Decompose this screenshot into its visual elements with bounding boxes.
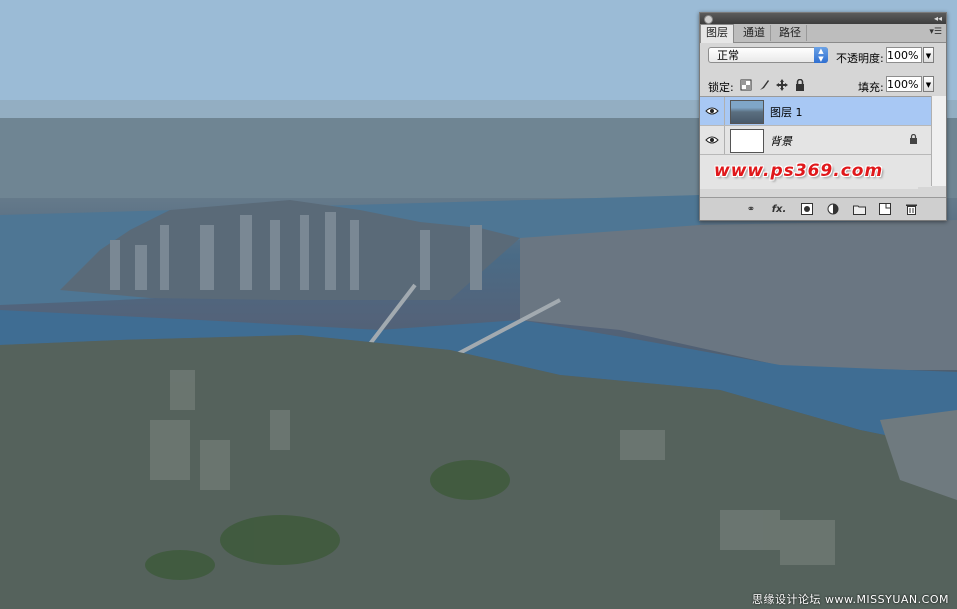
layer-name[interactable]: 背景: [770, 133, 792, 149]
eye-icon[interactable]: [700, 126, 725, 154]
fill-label: 填充:: [858, 81, 884, 94]
close-icon[interactable]: [704, 15, 713, 24]
layer-thumbnail: [730, 100, 764, 124]
blend-mode-select[interactable]: 正常 ▲ ▼: [708, 47, 828, 63]
collapse-icon[interactable]: ◂◂: [934, 13, 942, 24]
fx-icon[interactable]: fx.: [772, 202, 787, 216]
layer-name[interactable]: 图层 1: [770, 104, 803, 120]
lock-move-icon[interactable]: [776, 79, 788, 91]
panel-titlebar[interactable]: ◂◂: [700, 13, 946, 24]
panel-menu-icon[interactable]: ▾☰: [929, 27, 942, 38]
opacity-field[interactable]: 100%: [886, 47, 922, 63]
fill-field[interactable]: 100%: [886, 76, 922, 92]
lock-all-icon[interactable]: [794, 79, 806, 91]
brand-area: www.ps369.com: [700, 155, 918, 189]
mask-icon[interactable]: [800, 202, 814, 216]
blend-mode-value: 正常: [717, 49, 739, 62]
tab-channels[interactable]: 通道: [738, 25, 771, 41]
trash-icon[interactable]: [904, 202, 918, 216]
lock-icon: [910, 134, 917, 144]
layer-thumbnail: [730, 129, 764, 153]
layers-scrollbar[interactable]: [931, 96, 946, 186]
layers-panel: ◂◂ 图层 通道 路径 ▾☰ 正常 ▲ ▼ 不透明度: 100% ▼ 锁定: 填充: [699, 12, 947, 221]
panel-bottom-bar: ⚭ fx.: [700, 197, 946, 220]
opacity-label: 不透明度:: [836, 52, 884, 65]
blend-row: 正常 ▲ ▼ 不透明度: 100% ▼: [700, 44, 946, 70]
site-watermark: 思缘设计论坛 www.MISSYUAN.COM: [751, 593, 949, 606]
brand-watermark: www.ps369.com: [714, 161, 884, 181]
lock-brush-icon[interactable]: [758, 79, 770, 91]
opacity-dropdown-icon[interactable]: ▼: [923, 47, 934, 63]
adjustment-icon[interactable]: [826, 202, 840, 216]
tab-layers[interactable]: 图层: [700, 24, 734, 43]
lock-transparent-icon[interactable]: [740, 79, 752, 91]
tab-paths[interactable]: 路径: [774, 25, 807, 41]
lock-label: 锁定:: [708, 81, 734, 94]
panel-tabs: 图层 通道 路径 ▾☰: [700, 24, 946, 43]
link-icon[interactable]: ⚭: [744, 202, 758, 216]
layer-row-background[interactable]: 背景: [700, 126, 932, 155]
layers-list: 图层 1 背景 www.ps369.com: [700, 96, 932, 189]
fill-dropdown-icon[interactable]: ▼: [923, 76, 934, 92]
eye-icon[interactable]: [700, 97, 725, 125]
chevron-updown-icon[interactable]: ▲ ▼: [814, 47, 828, 63]
layer-row-layer1[interactable]: 图层 1: [700, 97, 932, 126]
group-folder-icon[interactable]: [852, 202, 866, 216]
lock-row: 锁定: 填充: 100% ▼: [700, 75, 946, 97]
new-layer-icon[interactable]: [878, 202, 892, 216]
